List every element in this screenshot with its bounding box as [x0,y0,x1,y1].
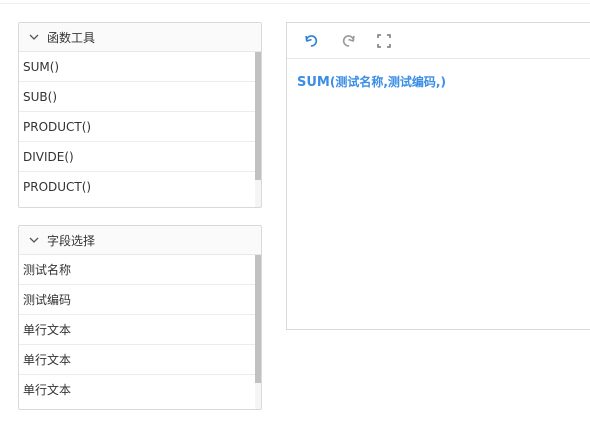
field-item-test-code[interactable]: 测试编码 [19,285,255,315]
fullscreen-icon[interactable] [375,32,393,50]
top-divider [0,3,590,4]
editor-toolbar [287,23,590,59]
function-list-scrollbar[interactable] [255,52,261,207]
field-item-single-line-text-3[interactable]: 单行文本 [19,375,255,405]
formula-function: SUM [297,75,330,90]
field-item-single-line-text[interactable]: 单行文本 [19,315,255,345]
field-item-single-line-text-2[interactable]: 单行文本 [19,345,255,375]
chevron-down-icon [27,233,41,247]
field-list-container: 测试名称 测试编码 单行文本 单行文本 单行文本 [19,255,261,409]
formula-text[interactable]: SUM(测试名称,测试编码,) [297,73,446,90]
field-select-header[interactable]: 字段选择 [19,226,261,255]
function-list-container: SUM() SUB() PRODUCT() DIVIDE() PRODUCT() [19,52,261,207]
function-item-sum[interactable]: SUM() [19,52,255,82]
formula-arguments: (测试名称,测试编码,) [329,75,446,89]
function-tools-panel: 函数工具 SUM() SUB() PRODUCT() DIVIDE() PROD… [18,22,262,208]
redo-icon[interactable] [339,32,357,50]
function-item-divide[interactable]: DIVIDE() [19,142,255,172]
field-select-title: 字段选择 [47,233,96,248]
field-list-scrollbar[interactable] [255,255,261,409]
function-tools-title: 函数工具 [47,30,96,45]
formula-editor[interactable]: SUM(测试名称,测试编码,) [286,22,590,330]
function-list-scroll-thumb[interactable] [255,52,261,180]
undo-icon[interactable] [303,32,321,50]
field-item-test-name[interactable]: 测试名称 [19,255,255,285]
function-item-product-2[interactable]: PRODUCT() [19,172,255,202]
function-tools-header[interactable]: 函数工具 [19,23,261,52]
function-item-product[interactable]: PRODUCT() [19,112,255,142]
chevron-down-icon [27,30,41,44]
field-select-panel: 字段选择 测试名称 测试编码 单行文本 单行文本 单行文本 [18,225,262,410]
field-list-scroll-thumb[interactable] [255,255,261,383]
function-item-sub[interactable]: SUB() [19,82,255,112]
